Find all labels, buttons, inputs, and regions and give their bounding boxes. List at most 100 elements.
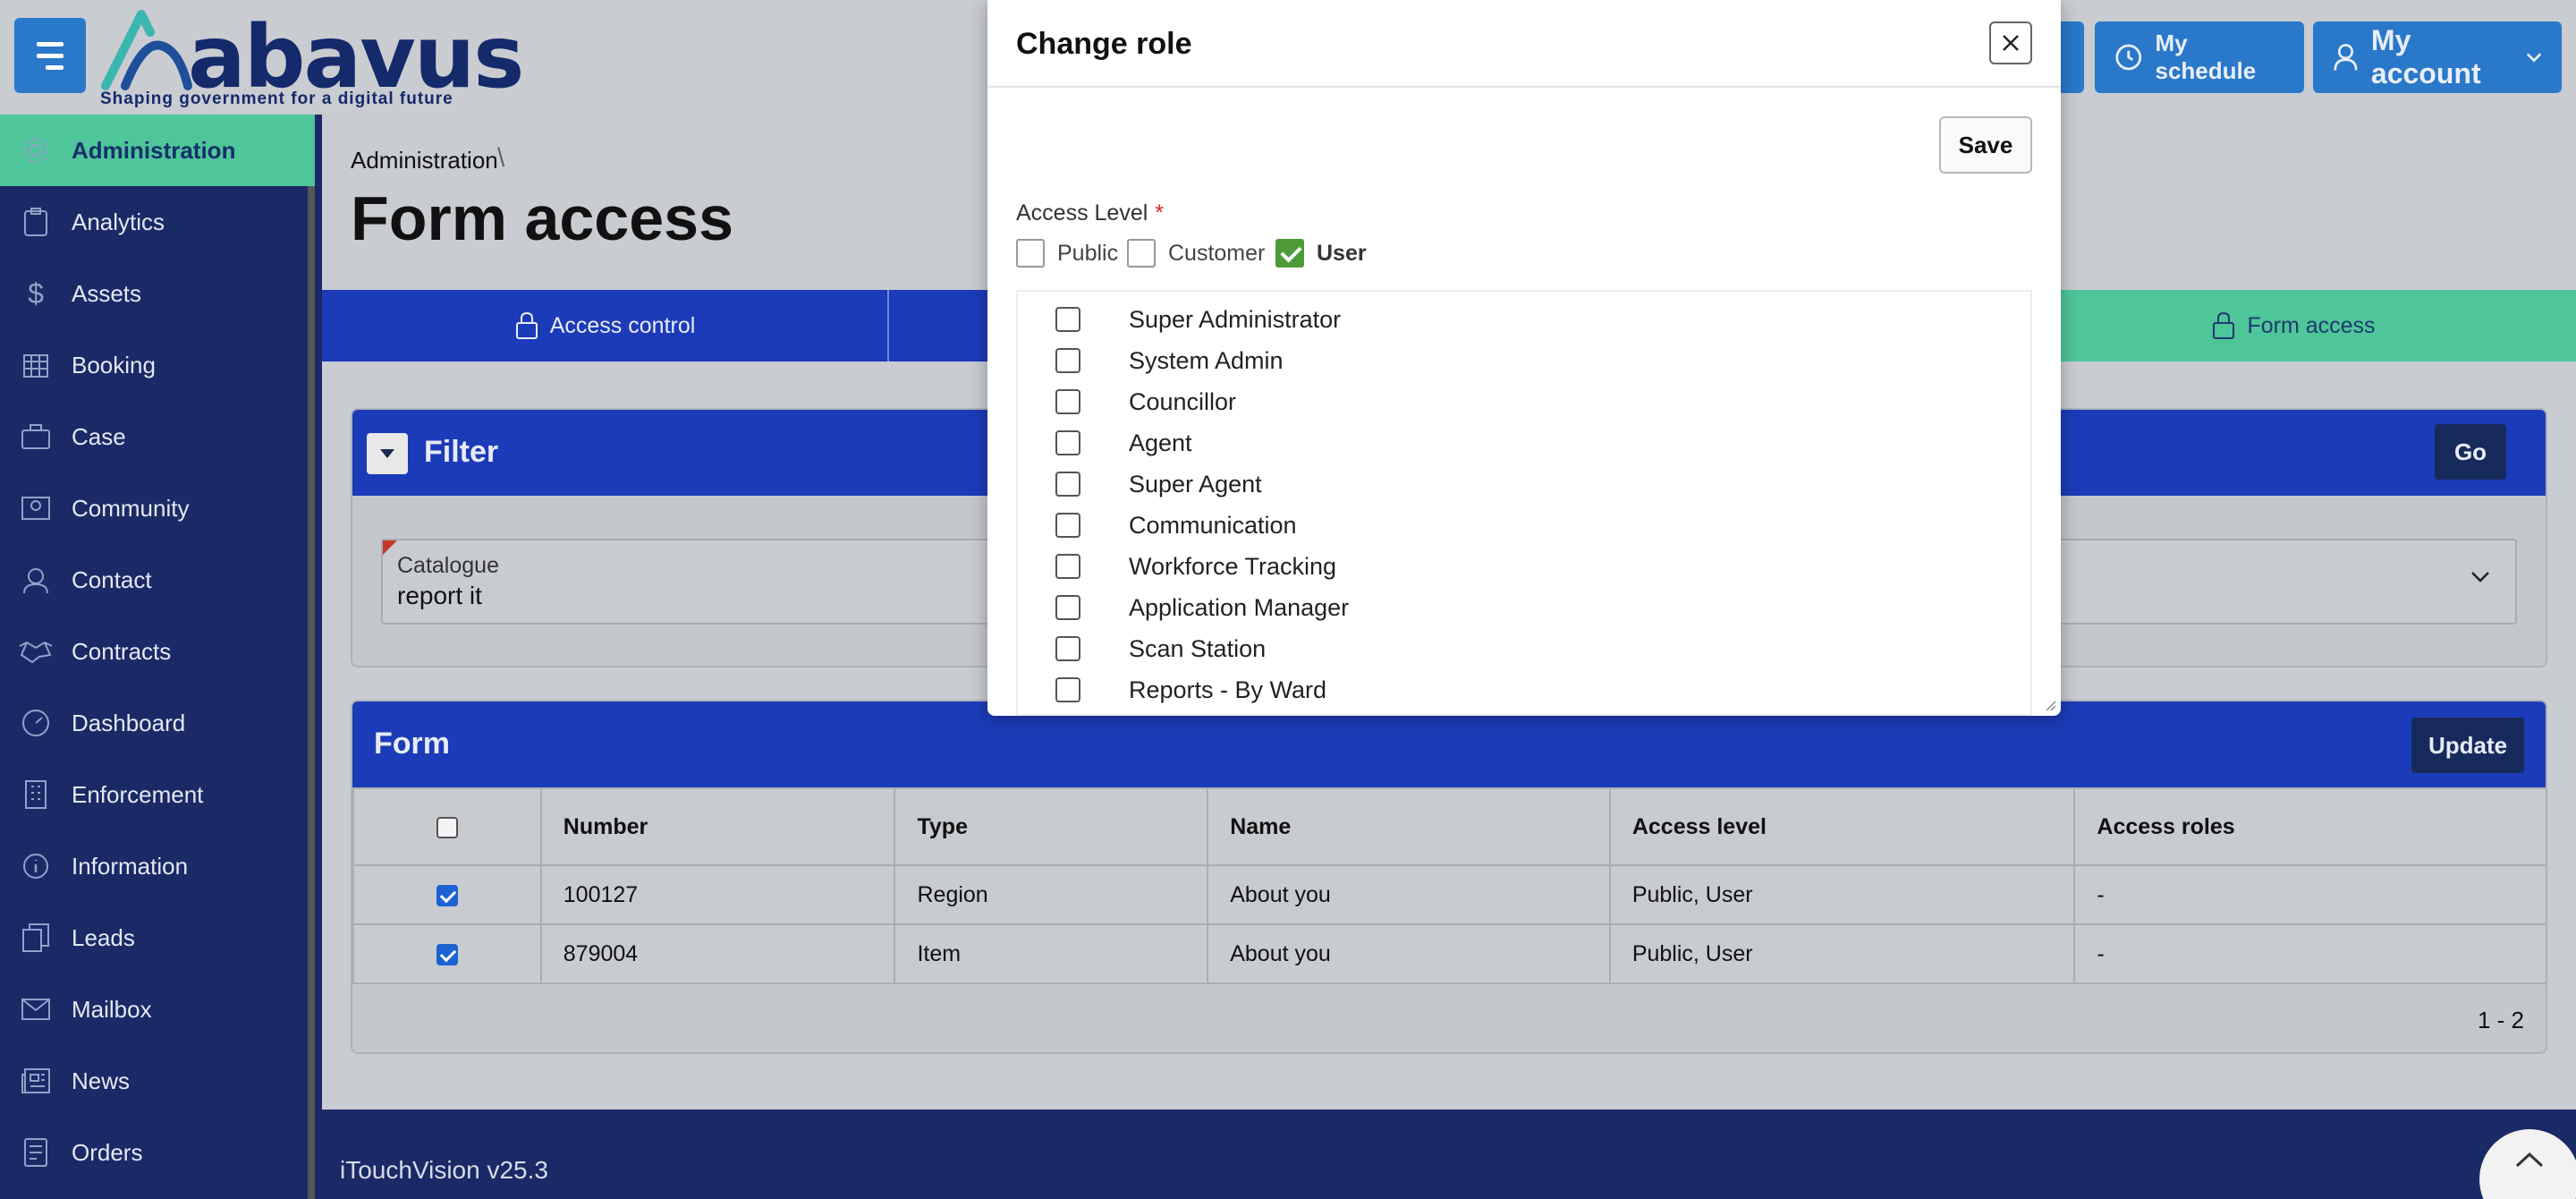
sidebar-item-label: News [72, 1067, 131, 1094]
row-checkbox[interactable] [436, 884, 458, 906]
role-item[interactable]: Councillor [1018, 381, 2002, 422]
table-row[interactable]: 879004 Item About you Public, User - [352, 923, 2546, 984]
access-option-user[interactable]: User [1275, 238, 1367, 268]
role-item[interactable]: Super Administrator [1018, 299, 2002, 340]
my-schedule-button[interactable]: My schedule [2095, 21, 2304, 93]
go-button[interactable]: Go [2435, 424, 2506, 480]
abavus-logo[interactable]: abavus Shaping government for a digital … [98, 4, 524, 111]
sidebar-item-information[interactable]: Information [0, 830, 315, 902]
sidebar-item-assets[interactable]: $ Assets [0, 258, 315, 329]
sidebar-item-news[interactable]: News [0, 1045, 315, 1117]
hamburger-menu-button[interactable] [14, 18, 86, 93]
access-option-customer[interactable]: Customer [1127, 238, 1265, 268]
access-option-label: User [1317, 240, 1367, 266]
col-name[interactable]: Name [1207, 787, 1611, 866]
sidebar-item-mailbox[interactable]: Mailbox [0, 974, 315, 1045]
resize-handle-icon[interactable] [2043, 698, 2057, 712]
sidebar-item-enforcement[interactable]: Enforcement [0, 759, 315, 830]
sidebar-item-case[interactable]: Case [0, 401, 315, 472]
access-option-public[interactable]: Public [1016, 238, 1118, 268]
role-checkbox[interactable] [1055, 430, 1080, 455]
role-checkbox[interactable] [1055, 513, 1080, 538]
sidebar-item-administration[interactable]: Administration [0, 115, 315, 186]
catalogue-label: Catalogue [397, 553, 499, 578]
role-item[interactable]: Workforce Tracking [1018, 546, 2002, 587]
role-checkbox[interactable] [1055, 307, 1080, 332]
cell-number: 100127 [539, 864, 896, 925]
tab-divider [887, 290, 889, 361]
lock-icon [515, 311, 538, 339]
sidebar-item-orders[interactable]: Orders [0, 1117, 315, 1188]
dialog-title: Change role [1016, 27, 1192, 61]
save-button[interactable]: Save [1939, 116, 2032, 174]
role-item[interactable]: Reports - By Ward [1018, 669, 2002, 710]
close-icon [2003, 35, 2019, 51]
public-checkbox[interactable] [1016, 239, 1045, 268]
role-checkbox[interactable] [1055, 554, 1080, 579]
sidebar-item-label: Information [72, 852, 189, 880]
sidebar-item-analytics[interactable]: Analytics [0, 186, 315, 258]
info-icon [23, 854, 48, 879]
role-checkbox[interactable] [1055, 595, 1080, 620]
orders-icon [24, 1138, 47, 1167]
sidebar-item-leads[interactable]: Leads [0, 902, 315, 974]
select-all-checkbox[interactable] [436, 816, 458, 838]
newspaper-icon [21, 1068, 50, 1093]
col-access-level[interactable]: Access level [1608, 787, 2076, 866]
change-role-dialog: Change role Save Access Level * Public Cu… [987, 0, 2061, 716]
update-button[interactable]: Update [2411, 718, 2524, 773]
breadcrumb-administration[interactable]: Administration [351, 147, 498, 174]
sidebar-item-label: Case [72, 422, 126, 450]
sidebar-item-label: Administration [72, 136, 236, 164]
tab-access-control[interactable]: Access control [322, 290, 887, 361]
role-item[interactable]: Communication [1018, 505, 2002, 546]
logo-tagline: Shaping government for a digital future [100, 89, 453, 108]
cell-type: Item [894, 923, 1209, 984]
chevron-down-icon [2526, 53, 2542, 63]
sidebar-item-contact[interactable]: Contact [0, 544, 315, 616]
sidebar-item-label: Assets [72, 279, 142, 307]
user-checkbox[interactable] [1275, 239, 1304, 268]
col-number[interactable]: Number [539, 787, 896, 866]
role-checkbox[interactable] [1055, 677, 1080, 702]
cell-name: About you [1207, 864, 1611, 925]
sidebar-item-label: Mailbox [72, 995, 152, 1023]
role-item[interactable]: Application Manager [1018, 587, 2002, 628]
form-title: Form [374, 727, 450, 761]
sidebar-item-label: Community [72, 494, 190, 522]
role-checkbox[interactable] [1055, 472, 1080, 497]
cell-access-level: Public, User [1608, 923, 2076, 984]
role-item[interactable]: System Admin [1018, 340, 2002, 381]
role-item[interactable]: Agent [1018, 422, 2002, 463]
col-type[interactable]: Type [894, 787, 1209, 866]
sidebar-item-contracts[interactable]: Contracts [0, 616, 315, 687]
scroll-to-top-button[interactable] [2479, 1129, 2576, 1199]
col-access-roles[interactable]: Access roles [2073, 787, 2546, 866]
role-label: Reports - By Ward [1129, 676, 1327, 703]
headset-icon [23, 568, 48, 594]
required-corner-marker [383, 540, 397, 555]
sidebar-item-community[interactable]: Community [0, 472, 315, 544]
filter-collapse-button[interactable] [367, 433, 408, 474]
cell-number: 879004 [539, 923, 896, 984]
sidebar-item-booking[interactable]: Booking [0, 329, 315, 401]
role-label: Application Manager [1129, 593, 1350, 621]
role-checkbox[interactable] [1055, 389, 1080, 414]
sidebar-item-label: Leads [72, 923, 135, 951]
row-checkbox[interactable] [436, 943, 458, 965]
copy-icon [22, 923, 49, 952]
dialog-close-button[interactable] [1989, 21, 2032, 64]
tab-form-access[interactable]: Form access [2011, 290, 2576, 361]
table-row[interactable]: 100127 Region About you Public, User - [352, 864, 2546, 925]
role-checkbox[interactable] [1055, 636, 1080, 661]
role-item[interactable]: Scan Station [1018, 628, 2002, 669]
pagination-range: 1 - 2 [2477, 1007, 2524, 1033]
briefcase-icon [21, 424, 50, 449]
customer-checkbox[interactable] [1127, 239, 1156, 268]
role-label: Agent [1129, 429, 1192, 456]
role-item[interactable]: Super Agent [1018, 463, 2002, 505]
form-table: Number Type Name Access level Access rol… [352, 787, 2546, 984]
my-account-button[interactable]: My account [2313, 21, 2562, 93]
role-checkbox[interactable] [1055, 348, 1080, 373]
sidebar-item-dashboard[interactable]: Dashboard [0, 687, 315, 759]
